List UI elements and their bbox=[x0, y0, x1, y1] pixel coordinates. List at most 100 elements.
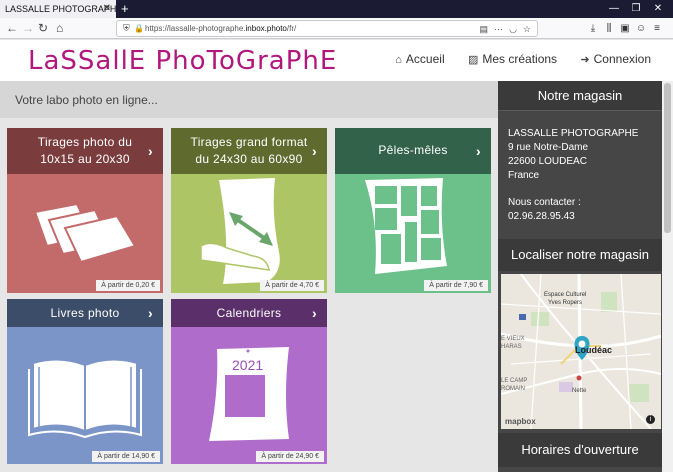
chevron-right-icon: › bbox=[148, 305, 153, 321]
image-icon: ▨ bbox=[467, 54, 479, 66]
downloads-icon[interactable]: ⤓ bbox=[585, 21, 601, 36]
browser-tab[interactable]: LASSALLE PHOTOGRAPHE ✕ bbox=[0, 0, 116, 18]
tile-title-line1: Tirages photo du bbox=[37, 135, 133, 149]
product-tile-grand-format[interactable]: Tirages grand format du 24x30 au 60x90 ›… bbox=[171, 128, 327, 293]
tile-header: Pêles-mêles › bbox=[335, 128, 491, 174]
tile-price: À partir de 4,70 € bbox=[260, 280, 324, 291]
map-label-haras: HARAS bbox=[501, 344, 522, 350]
photo-prints-icon bbox=[33, 202, 137, 264]
maximize-icon[interactable]: ❐ bbox=[625, 0, 647, 18]
chevron-right-icon: › bbox=[476, 143, 481, 159]
url-bar[interactable]: ⛨ 🔒 https://lassalle-photographe.inbox.p… bbox=[116, 20, 538, 37]
product-tile-peles-meles[interactable]: Pêles-mêles › À partir de 7,90 € bbox=[335, 128, 491, 293]
store-city: 22600 LOUDEAC bbox=[508, 156, 587, 167]
product-tile-calendriers[interactable]: Calendriers › 2021 À partir de 24,90 € bbox=[171, 299, 327, 464]
browser-tab-bar: LASSALLE PHOTOGRAPHE ✕ + — ❐ ✕ bbox=[0, 0, 673, 18]
map-info-icon[interactable]: i bbox=[646, 415, 655, 424]
store-name: LASSALLE PHOTOGRAPHE bbox=[508, 128, 639, 139]
account-icon[interactable]: ☺ bbox=[633, 21, 649, 36]
browser-tools: ⤓ ⫼ ▣ ☺ ≡ bbox=[585, 21, 665, 36]
collage-icon bbox=[365, 178, 447, 274]
tile-body: 2021 À partir de 24,90 € bbox=[171, 327, 327, 464]
tile-title-line2: 10x15 au 20x30 bbox=[40, 152, 130, 166]
product-tile-tirages[interactable]: Tirages photo du 10x15 au 20x30 › À part… bbox=[7, 128, 163, 293]
main-menu: ⌂ Accueil ▨ Mes créations ➜ Connexion bbox=[375, 52, 651, 66]
tile-body: À partir de 0,20 € bbox=[7, 174, 163, 293]
store-country: France bbox=[508, 170, 540, 181]
map-label-town: Loudéac bbox=[575, 345, 613, 355]
new-tab-icon[interactable]: + bbox=[121, 0, 129, 18]
menu-icon[interactable]: ≡ bbox=[649, 21, 665, 36]
lock-icon: 🔒 bbox=[134, 24, 144, 33]
window-controls: — ❐ ✕ bbox=[603, 0, 669, 18]
url-suffix: /fr/ bbox=[286, 24, 297, 33]
slogan-bar: Votre labo photo en ligne... bbox=[0, 81, 498, 118]
home-nav-icon[interactable]: ⌂ bbox=[56, 20, 63, 36]
close-tab-icon[interactable]: ✕ bbox=[103, 0, 111, 18]
tile-price: À partir de 0,20 € bbox=[96, 280, 160, 291]
bookmark-star-icon[interactable]: ☆ bbox=[523, 24, 531, 34]
store-street: 9 rue Notre-Dame bbox=[508, 142, 589, 153]
tile-price: À partir de 24,90 € bbox=[256, 451, 324, 462]
large-format-icon bbox=[200, 178, 280, 284]
url-actions: ▤ ··· ◡ ☆ bbox=[474, 22, 531, 36]
tile-body: À partir de 14,90 € bbox=[7, 327, 163, 464]
browser-nav-bar: ← → ↻ ⌂ ⛨ 🔒 https://lassalle-photographe… bbox=[0, 18, 673, 39]
forward-icon[interactable]: → bbox=[22, 20, 34, 36]
tile-header: Calendriers › bbox=[171, 299, 327, 327]
tile-header: Livres photo › bbox=[7, 299, 163, 327]
store-heading: Notre magasin bbox=[498, 81, 662, 111]
more-icon[interactable]: ··· bbox=[494, 24, 503, 34]
map-label-espace: Espace Culturel bbox=[544, 292, 587, 298]
menu-mes-creations-label: Mes créations bbox=[482, 52, 558, 66]
library-icon[interactable]: ⫼ bbox=[601, 21, 617, 36]
map-heading: Localiser notre magasin bbox=[498, 239, 662, 271]
pocket-icon[interactable]: ◡ bbox=[509, 24, 517, 34]
sign-in-icon: ➜ bbox=[580, 54, 590, 66]
tile-title-line1: Tirages grand format bbox=[190, 135, 308, 149]
store-phone[interactable]: 02.96.28.95.43 bbox=[508, 210, 652, 224]
chevron-right-icon: › bbox=[312, 143, 317, 159]
menu-accueil-label: Accueil bbox=[405, 52, 445, 66]
tile-price: À partir de 7,90 € bbox=[424, 280, 488, 291]
contact-label: Nous contacter : bbox=[508, 197, 581, 208]
tile-title-line2: du 24x30 au 60x90 bbox=[195, 152, 303, 166]
reload-icon[interactable]: ↻ bbox=[38, 20, 48, 36]
map-label-ropers: Yves Ropers bbox=[548, 300, 583, 306]
close-window-icon[interactable]: ✕ bbox=[647, 0, 669, 18]
product-tile-livres[interactable]: Livres photo › À partir de 14,90 € bbox=[7, 299, 163, 464]
calendar-icon bbox=[209, 347, 289, 441]
tile-header: Tirages photo du 10x15 au 20x30 › bbox=[7, 128, 163, 174]
map-label-camp: LE CAMP bbox=[501, 378, 528, 384]
tile-body: À partir de 4,70 € bbox=[171, 174, 327, 293]
mapbox-logo[interactable]: mapbox bbox=[505, 417, 536, 426]
home-icon: ⌂ bbox=[395, 54, 402, 66]
back-icon[interactable]: ← bbox=[6, 20, 18, 36]
hours-heading: Horaires d'ouverture bbox=[498, 433, 662, 467]
chevron-right-icon: › bbox=[312, 305, 317, 321]
site-logo[interactable]: LaSSallE PhoToGraPhE bbox=[28, 47, 337, 75]
menu-connexion[interactable]: ➜ Connexion bbox=[580, 52, 651, 66]
tile-price: À partir de 14,90 € bbox=[92, 451, 160, 462]
minimize-icon[interactable]: — bbox=[603, 0, 625, 18]
photo-book-icon bbox=[28, 358, 142, 439]
sidebar: Notre magasin LASSALLE PHOTOGRAPHE 9 rue… bbox=[498, 81, 662, 472]
page-scrollbar[interactable] bbox=[662, 81, 673, 472]
url-domain: inbox.photo bbox=[245, 24, 287, 33]
menu-connexion-label: Connexion bbox=[593, 52, 651, 66]
store-info: LASSALLE PHOTOGRAPHE 9 rue Notre-Dame 22… bbox=[498, 111, 662, 259]
map-label-nette: Nette bbox=[572, 388, 587, 394]
menu-accueil[interactable]: ⌂ Accueil bbox=[395, 52, 444, 66]
tile-header: Tirages grand format du 24x30 au 60x90 › bbox=[171, 128, 327, 174]
map-label-vieux: E VIEUX bbox=[501, 336, 525, 342]
scrollbar-thumb[interactable] bbox=[664, 83, 671, 233]
sidebar-icon[interactable]: ▣ bbox=[617, 21, 633, 36]
calendar-year: 2021 bbox=[232, 357, 264, 373]
chevron-right-icon: › bbox=[148, 143, 153, 159]
tile-title-line1: Calendriers bbox=[216, 306, 282, 320]
menu-mes-creations[interactable]: ▨ Mes créations bbox=[468, 52, 557, 66]
shield-icon: ⛨ bbox=[123, 23, 130, 33]
map-label-romain: ROMAIN bbox=[501, 386, 525, 392]
reader-icon[interactable]: ▤ bbox=[480, 24, 489, 34]
store-map[interactable]: Espace Culturel Yves Ropers E VIEUX HARA… bbox=[501, 274, 661, 429]
